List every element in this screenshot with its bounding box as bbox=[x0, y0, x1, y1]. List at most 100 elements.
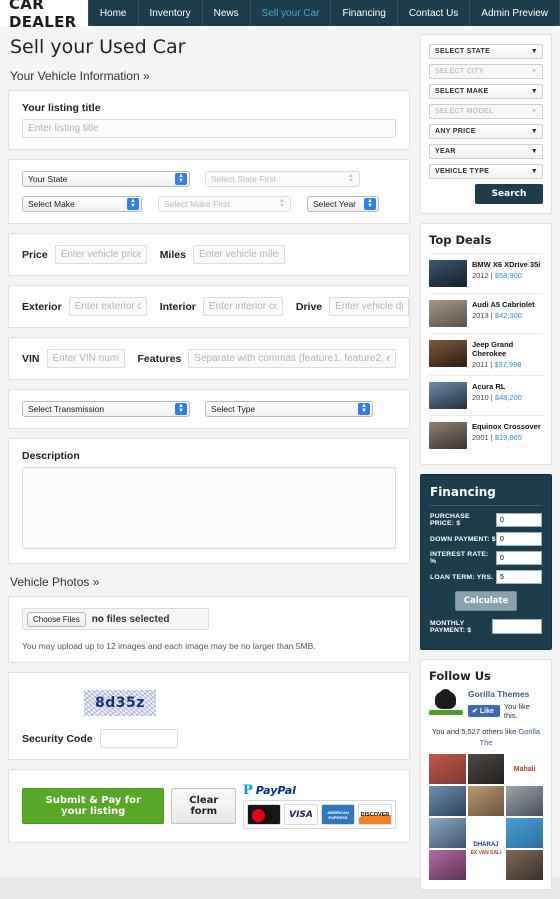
search-vehicle-type-select[interactable]: VEHICLE TYPE ▼ bbox=[429, 164, 543, 179]
page-root: CAR DEALER Home Inventory News Sell your… bbox=[0, 0, 560, 890]
nav-item-inventory[interactable]: Inventory bbox=[139, 0, 203, 26]
interior-color-input[interactable] bbox=[202, 297, 283, 316]
security-code-input[interactable] bbox=[99, 729, 178, 748]
chevron-updown-icon: ▲ ▼ bbox=[358, 403, 370, 415]
gorilla-logo-icon bbox=[429, 689, 463, 715]
calculate-button[interactable]: Calculate bbox=[455, 591, 517, 611]
deal-item[interactable]: Acura RL 2010 | $48,200 bbox=[429, 375, 543, 415]
vehicle-information-heading: Your Vehicle Information » bbox=[10, 69, 150, 83]
chevron-down-icon: ▼ bbox=[530, 88, 538, 95]
interest-rate-input[interactable] bbox=[496, 551, 542, 565]
follow-us-title: Follow Us bbox=[429, 669, 491, 683]
search-city-select[interactable]: SELECT CITY ▼ bbox=[429, 64, 543, 79]
search-model-select[interactable]: SELECT MODEL ▼ bbox=[429, 104, 543, 119]
nav-item-contact-us[interactable]: Contact Us bbox=[398, 0, 471, 26]
year-select[interactable]: Select Year ▲ ▼ bbox=[307, 196, 379, 212]
city-select[interactable]: Select State First ▲ ▼ bbox=[205, 171, 360, 187]
location-vehicle-card: Your State ▲ ▼ Select State First ▲ ▼ Sele… bbox=[8, 159, 410, 224]
page-title: Sell your Used Car bbox=[10, 36, 186, 58]
file-upload-control[interactable]: Choose Files no files selected bbox=[22, 608, 209, 630]
avatar[interactable] bbox=[429, 786, 466, 816]
down-payment-input[interactable] bbox=[496, 532, 542, 546]
monthly-payment-output bbox=[492, 619, 542, 634]
submit-pay-button[interactable]: Submit & Pay for your listing bbox=[22, 788, 165, 824]
make-select[interactable]: Select Make ▲ ▼ bbox=[22, 196, 142, 212]
avatar[interactable]: EX VAN SALI bbox=[467, 850, 505, 880]
choose-files-button[interactable]: Choose Files bbox=[27, 611, 86, 627]
search-make-select[interactable]: SELECT MAKE ▼ bbox=[429, 84, 543, 99]
type-select[interactable]: Select Type ▲ ▼ bbox=[205, 401, 373, 417]
deal-meta: 2012 | $58,900 bbox=[472, 271, 522, 280]
mastercard-icon bbox=[247, 804, 281, 825]
deal-item[interactable]: Audi A5 Cabriolet 2013 | $42,300 bbox=[429, 293, 543, 333]
avatar[interactable] bbox=[506, 850, 543, 880]
avatar[interactable] bbox=[467, 754, 505, 784]
deal-meta: 2011 | $37,998 bbox=[472, 360, 522, 369]
exterior-label: Exterior bbox=[22, 300, 62, 313]
paypal-p-icon: P bbox=[243, 783, 253, 798]
avatar[interactable] bbox=[467, 786, 505, 816]
miles-label: Miles bbox=[159, 248, 186, 261]
price-input[interactable] bbox=[54, 245, 147, 264]
deal-item[interactable]: BMW X6 XDrive 35i 2012 | $58,900 bbox=[429, 253, 543, 293]
facebook-like-button[interactable]: ✔ Like bbox=[468, 705, 500, 717]
chevron-down-icon: ▼ bbox=[530, 108, 538, 115]
chevron-down-icon: ▼ bbox=[530, 48, 538, 55]
purchase-price-input[interactable] bbox=[496, 513, 542, 527]
chevron-updown-icon: ▲ ▼ bbox=[175, 173, 187, 185]
search-price-select[interactable]: ANY PRICE ▼ bbox=[429, 124, 543, 139]
vin-label: VIN bbox=[22, 352, 40, 365]
chevron-updown-icon: ▲ ▼ bbox=[279, 198, 285, 209]
deal-price: $48,200 bbox=[494, 393, 522, 402]
exterior-color-input[interactable] bbox=[68, 297, 147, 316]
model-select-value: Select Make First bbox=[164, 199, 230, 209]
transmission-type-card: Select Transmission ▲ ▼ Select Type ▲ ▼ bbox=[8, 389, 410, 429]
nav-item-sell-your-car[interactable]: Sell your Car bbox=[251, 0, 332, 26]
vin-input[interactable] bbox=[46, 349, 125, 368]
payment-methods: P PayPal VISA AMERICAN EXPRESS DISCOVER bbox=[243, 783, 396, 829]
features-input[interactable] bbox=[188, 349, 396, 368]
nav-item-news[interactable]: News bbox=[203, 0, 251, 26]
deal-item[interactable]: Jeep Grand Cherokee 2011 | $37,998 bbox=[429, 333, 543, 375]
avatar[interactable] bbox=[429, 850, 466, 880]
model-select[interactable]: Select Make First ▲ ▼ bbox=[158, 196, 291, 212]
financing-field-row: PURCHASE PRICE: $ bbox=[430, 513, 542, 527]
deal-price: $58,900 bbox=[494, 271, 522, 280]
description-textarea[interactable] bbox=[22, 467, 396, 549]
security-card: 8d35z Security Code bbox=[8, 672, 410, 760]
visa-icon: VISA bbox=[284, 804, 318, 825]
upload-hint-text: You may upload up to 12 images and each … bbox=[22, 641, 316, 651]
listing-title-label: Your listing title bbox=[22, 102, 101, 114]
deal-meta: 2013 | $42,300 bbox=[472, 311, 522, 320]
loan-term-input[interactable] bbox=[496, 570, 542, 584]
clear-form-button[interactable]: Clear form bbox=[171, 788, 236, 824]
like-button-label: Like bbox=[479, 707, 494, 715]
nav-item-financing[interactable]: Financing bbox=[331, 0, 398, 26]
facebook-page-name[interactable]: Gorilla Themes bbox=[468, 689, 543, 699]
main-navigation: Home Inventory News Sell your Car Financ… bbox=[87, 0, 560, 26]
state-select[interactable]: Your State ▲ ▼ bbox=[22, 171, 190, 187]
deal-item[interactable]: Equinox Crossover 2001 | $19,865 bbox=[429, 415, 543, 455]
chevron-updown-icon: ▲ ▼ bbox=[127, 198, 139, 210]
listing-title-input[interactable] bbox=[22, 119, 396, 138]
interest-rate-label: INTEREST RATE: % bbox=[430, 551, 489, 565]
chevron-updown-icon: ▲ ▼ bbox=[348, 173, 354, 184]
drive-input[interactable] bbox=[329, 297, 410, 316]
avatar[interactable]: Mahali bbox=[506, 754, 543, 784]
avatar[interactable] bbox=[429, 754, 466, 784]
site-logo[interactable]: CAR DEALER bbox=[0, 0, 88, 31]
miles-input[interactable] bbox=[192, 245, 285, 264]
deal-name: Jeep Grand Cherokee bbox=[472, 340, 514, 358]
nav-item-admin-preview[interactable]: Admin Preview bbox=[470, 0, 560, 26]
avatar[interactable]: DHARAJ bbox=[467, 818, 505, 848]
search-button[interactable]: Search bbox=[475, 184, 543, 204]
search-year-select[interactable]: YEAR ▼ bbox=[429, 144, 543, 159]
discover-icon: DISCOVER bbox=[358, 804, 392, 825]
transmission-select[interactable]: Select Transmission ▲ ▼ bbox=[22, 401, 190, 417]
avatar[interactable] bbox=[506, 818, 543, 848]
nav-item-home[interactable]: Home bbox=[87, 0, 139, 26]
avatar[interactable] bbox=[506, 786, 543, 816]
search-state-select[interactable]: SELECT STATE ▼ bbox=[429, 44, 543, 59]
avatar[interactable] bbox=[429, 818, 466, 848]
vehicle-photos-card: Choose Files no files selected You may u… bbox=[8, 596, 410, 663]
